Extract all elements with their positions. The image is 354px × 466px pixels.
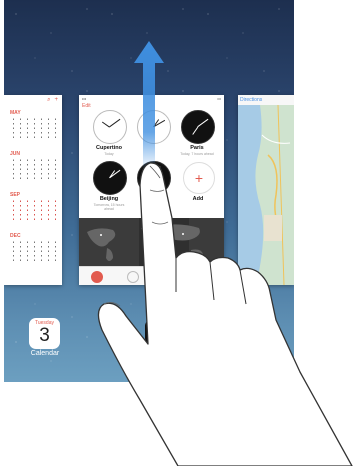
world-map-graphic xyxy=(79,218,224,266)
clock-city: Beijing xyxy=(99,196,119,202)
clock-city: Paris xyxy=(190,145,204,151)
tab-timer[interactable] xyxy=(199,270,212,283)
ipad-screen: ⌕ + MAY JUN SEP DEC ••• ▭ Edit Cupertino… xyxy=(4,0,294,382)
month-grid xyxy=(10,117,60,141)
maps-app-card[interactable]: Directions xyxy=(238,95,294,285)
clock-subtitle: Today xyxy=(104,152,114,156)
clock-icon xyxy=(93,161,127,195)
calendar-app-label: Calendar xyxy=(30,350,60,357)
clock-subtitle: Tomorrow, 15 hours ahead xyxy=(93,203,125,211)
search-icon: ⌕ xyxy=(47,96,51,103)
minute-hand xyxy=(197,118,209,128)
calendar-app-card[interactable]: ⌕ + MAY JUN SEP DEC xyxy=(4,95,62,285)
edit-button[interactable]: Edit xyxy=(82,103,91,109)
month-label: MAY xyxy=(10,110,21,116)
month-label: SEP xyxy=(10,192,21,198)
month-grid xyxy=(10,199,60,223)
add-icon: + xyxy=(54,96,58,103)
world-map xyxy=(79,218,224,266)
calendar-date: 3 xyxy=(39,325,50,346)
tab-alarm[interactable] xyxy=(127,270,140,283)
add-label: Add xyxy=(192,196,204,202)
calendar-app-icon[interactable]: Tuesday 3 xyxy=(29,318,60,349)
directions-button[interactable]: Directions xyxy=(240,97,262,103)
clock-subtitle: Today, 7 hours ahead xyxy=(180,152,214,156)
month-grid xyxy=(10,240,60,264)
clock-tab-bar xyxy=(79,266,224,285)
clock-icon xyxy=(93,110,127,144)
plus-icon: + xyxy=(194,170,204,186)
add-clock-button[interactable]: + xyxy=(183,162,215,194)
signal-icon: ••• xyxy=(82,96,87,101)
clock-icon xyxy=(181,110,215,144)
maps-toolbar: Directions xyxy=(238,95,294,105)
month-label: JUN xyxy=(10,151,21,157)
calendar-toolbar: ⌕ + xyxy=(4,95,62,104)
tab-stopwatch[interactable] xyxy=(163,270,176,283)
month-label: DEC xyxy=(10,233,21,239)
clock-city: Cupertino xyxy=(96,145,122,151)
clock-app-icon[interactable] xyxy=(145,320,169,344)
month-grid xyxy=(10,158,60,182)
battery-icon: ▭ xyxy=(217,96,221,101)
tab-world-clock[interactable] xyxy=(91,270,104,283)
map-view xyxy=(238,95,294,285)
swipe-up-arrow-icon xyxy=(134,41,164,171)
minute-hand xyxy=(109,118,121,128)
